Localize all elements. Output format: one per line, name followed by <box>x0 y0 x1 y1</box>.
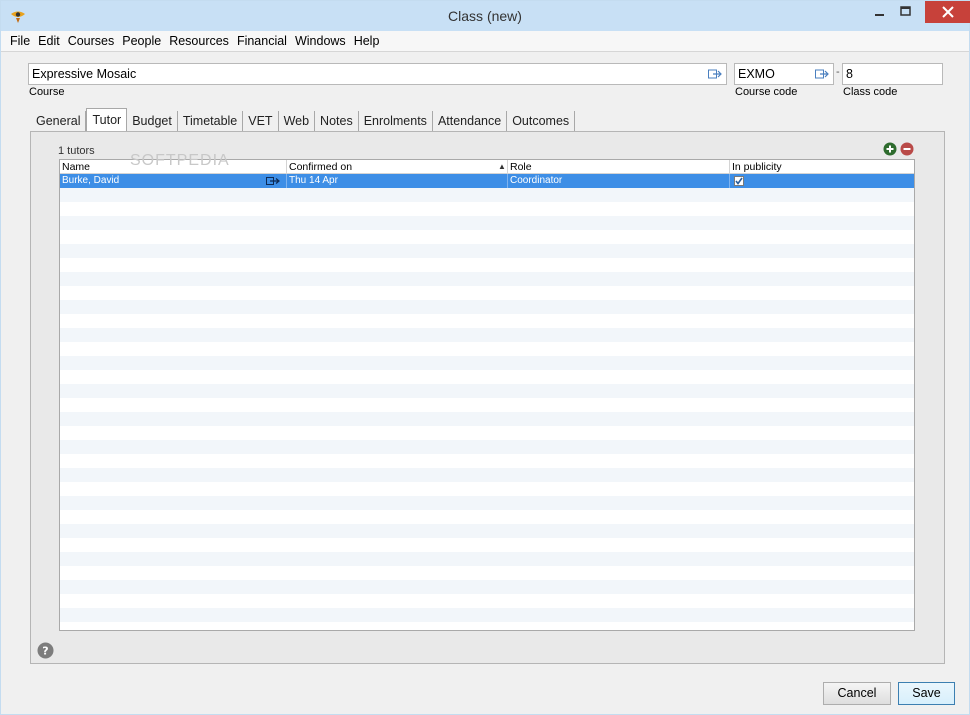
app-window: Class (new) File Edit Courses People Res… <box>0 0 970 715</box>
svg-text:?: ? <box>42 645 48 658</box>
tab-timetable[interactable]: Timetable <box>177 111 244 132</box>
table-row-empty <box>60 202 914 216</box>
menu-financial[interactable]: Financial <box>233 31 291 52</box>
tab-notes[interactable]: Notes <box>315 111 359 132</box>
tutor-panel: 1 tutors Name Confirmed on ▲ Role In pub… <box>30 131 945 664</box>
table-row-empty <box>60 398 914 412</box>
course-label: Course <box>29 86 65 98</box>
code-separator: - <box>836 66 840 78</box>
menu-resources[interactable]: Resources <box>165 31 233 52</box>
tutor-table: Name Confirmed on ▲ Role In publicity Bu… <box>59 159 915 631</box>
table-row-empty <box>60 566 914 580</box>
course-code-label: Course code <box>735 86 798 98</box>
menu-windows[interactable]: Windows <box>291 31 350 52</box>
table-row-empty <box>60 538 914 552</box>
menu-file[interactable]: File <box>6 31 34 52</box>
table-row-empty <box>60 244 914 258</box>
table-body: Burke, David Thu 14 Apr Coordinator <box>60 174 914 622</box>
table-row[interactable]: Burke, David Thu 14 Apr Coordinator <box>60 174 914 188</box>
cancel-button[interactable]: Cancel <box>823 682 891 705</box>
course-value: Expressive Mosaic <box>32 67 137 81</box>
tab-web[interactable]: Web <box>278 111 316 132</box>
tab-budget[interactable]: Budget <box>127 111 178 132</box>
table-row-empty <box>60 300 914 314</box>
menu-edit[interactable]: Edit <box>34 31 64 52</box>
table-row-empty <box>60 594 914 608</box>
column-in-publicity[interactable]: In publicity <box>730 160 914 174</box>
table-row-empty <box>60 440 914 454</box>
checkmark-icon <box>735 177 743 185</box>
cell-role: Coordinator <box>508 174 730 188</box>
remove-tutor-icon[interactable] <box>900 142 914 156</box>
table-row-empty <box>60 412 914 426</box>
help-icon[interactable]: ? <box>37 642 54 659</box>
close-icon <box>941 6 954 18</box>
table-row-empty <box>60 482 914 496</box>
table-row-empty <box>60 188 914 202</box>
table-row-empty <box>60 258 914 272</box>
table-row-empty <box>60 356 914 370</box>
maximize-icon <box>900 6 911 16</box>
menu-help[interactable]: Help <box>350 31 384 52</box>
close-button[interactable] <box>925 1 970 23</box>
tutor-name: Burke, David <box>62 175 120 186</box>
watermark: SOFTPEDIA <box>130 152 230 169</box>
column-role[interactable]: Role <box>508 160 730 174</box>
class-code-label: Class code <box>843 86 898 98</box>
form-content: Expressive Mosaic Course EXMO Course cod… <box>1 52 969 714</box>
add-tutor-icon[interactable] <box>883 142 897 156</box>
table-row-empty <box>60 370 914 384</box>
open-course-code-icon[interactable] <box>815 69 829 79</box>
table-row-empty <box>60 216 914 230</box>
table-row-empty <box>60 230 914 244</box>
menu-courses[interactable]: Courses <box>64 31 119 52</box>
sort-ascending-icon: ▲ <box>498 162 506 171</box>
table-row-empty <box>60 342 914 356</box>
table-row-empty <box>60 510 914 524</box>
window-title: Class (new) <box>448 8 522 24</box>
tab-general[interactable]: General <box>31 111 87 132</box>
course-code-value: EXMO <box>738 67 775 81</box>
cell-in-publicity <box>730 174 914 188</box>
table-row-empty <box>60 454 914 468</box>
column-confirmed-on[interactable]: Confirmed on <box>287 160 508 174</box>
cell-confirmed-on: Thu 14 Apr <box>287 174 508 188</box>
tutor-count: 1 tutors <box>58 145 95 157</box>
table-row-empty <box>60 272 914 286</box>
course-field[interactable]: Expressive Mosaic <box>28 63 727 85</box>
table-row-empty <box>60 608 914 622</box>
class-code-field[interactable]: 8 <box>842 63 943 85</box>
tab-attendance[interactable]: Attendance <box>432 111 508 132</box>
tab-enrolments[interactable]: Enrolments <box>358 111 433 132</box>
menu-bar: File Edit Courses People Resources Finan… <box>1 31 969 52</box>
tab-outcomes[interactable]: Outcomes <box>507 111 576 132</box>
class-code-value: 8 <box>846 67 853 81</box>
table-row-empty <box>60 314 914 328</box>
tab-bar: General Tutor Budget Timetable VET Web N… <box>31 108 576 132</box>
table-row-empty <box>60 552 914 566</box>
title-bar[interactable]: Class (new) <box>1 1 970 31</box>
table-row-empty <box>60 328 914 342</box>
table-row-empty <box>60 426 914 440</box>
in-publicity-checkbox[interactable] <box>734 176 744 186</box>
tab-tutor[interactable]: Tutor <box>86 108 128 131</box>
maximize-button[interactable] <box>891 1 921 23</box>
menu-people[interactable]: People <box>118 31 165 52</box>
table-row-empty <box>60 496 914 510</box>
table-row-empty <box>60 286 914 300</box>
open-tutor-icon[interactable] <box>266 177 280 185</box>
tab-vet[interactable]: VET <box>243 111 279 132</box>
save-button[interactable]: Save <box>898 682 955 705</box>
table-row-empty <box>60 580 914 594</box>
table-row-empty <box>60 468 914 482</box>
cell-name: Burke, David <box>60 174 287 188</box>
table-row-empty <box>60 384 914 398</box>
open-course-icon[interactable] <box>708 69 722 79</box>
table-row-empty <box>60 524 914 538</box>
minimize-icon <box>875 14 884 16</box>
course-code-field[interactable]: EXMO <box>734 63 834 85</box>
